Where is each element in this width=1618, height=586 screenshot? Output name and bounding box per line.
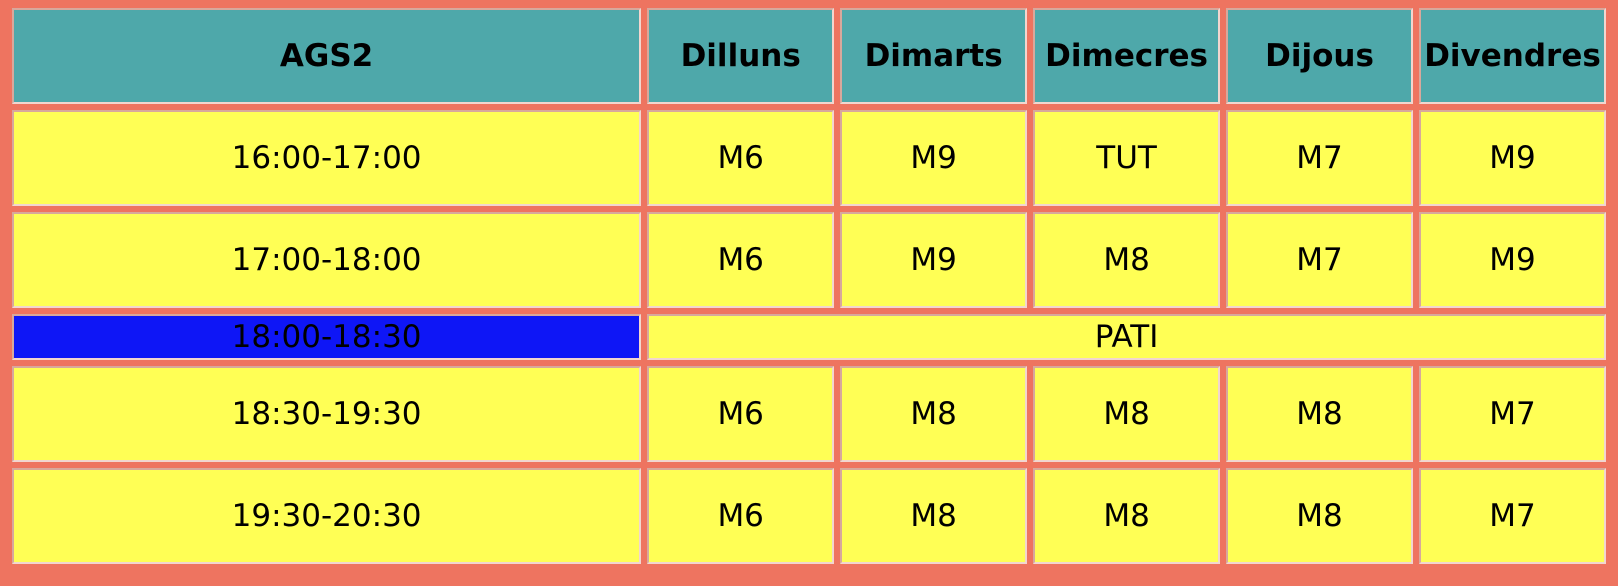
day-header-monday: Dilluns: [647, 8, 835, 104]
subject-cell: TUT: [1033, 110, 1221, 206]
subject-cell: M8: [1033, 212, 1221, 308]
subject-cell: M6: [647, 110, 835, 206]
group-header: AGS2: [12, 8, 642, 104]
subject-cell: M6: [647, 212, 835, 308]
subject-cell: M7: [1226, 110, 1414, 206]
break-row: 18:00-18:30 PATI: [12, 314, 1606, 360]
subject-cell: M7: [1419, 366, 1606, 462]
subject-cell: M9: [1419, 212, 1606, 308]
subject-cell: M9: [1419, 110, 1606, 206]
subject-cell: M8: [1226, 366, 1414, 462]
table-row: 19:30-20:30 M6 M8 M8 M8 M7: [12, 468, 1606, 564]
day-header-tuesday: Dimarts: [840, 8, 1028, 104]
subject-cell: M8: [1226, 468, 1414, 564]
subject-cell: M7: [1419, 468, 1606, 564]
break-label-cell: PATI: [647, 314, 1606, 360]
schedule-table: AGS2 Dilluns Dimarts Dimecres Dijous Div…: [6, 2, 1612, 570]
header-row: AGS2 Dilluns Dimarts Dimecres Dijous Div…: [12, 8, 1606, 104]
table-row: 18:30-19:30 M6 M8 M8 M8 M7: [12, 366, 1606, 462]
table-row: 17:00-18:00 M6 M9 M8 M7 M9: [12, 212, 1606, 308]
subject-cell: M8: [1033, 366, 1221, 462]
subject-cell: M6: [647, 366, 835, 462]
day-header-wednesday: Dimecres: [1033, 8, 1221, 104]
time-slot-cell: 17:00-18:00: [12, 212, 642, 308]
subject-cell: M7: [1226, 212, 1414, 308]
time-slot-cell: 16:00-17:00: [12, 110, 642, 206]
subject-cell: M8: [840, 366, 1028, 462]
day-header-thursday: Dijous: [1226, 8, 1414, 104]
subject-cell: M6: [647, 468, 835, 564]
subject-cell: M8: [840, 468, 1028, 564]
subject-cell: M8: [1033, 468, 1221, 564]
time-slot-cell: 18:30-19:30: [12, 366, 642, 462]
subject-cell: M9: [840, 110, 1028, 206]
time-slot-cell: 19:30-20:30: [12, 468, 642, 564]
schedule-container: AGS2 Dilluns Dimarts Dimecres Dijous Div…: [12, 8, 1606, 578]
table-row: 16:00-17:00 M6 M9 TUT M7 M9: [12, 110, 1606, 206]
day-header-friday: Divendres: [1419, 8, 1606, 104]
break-time-cell: 18:00-18:30: [12, 314, 642, 360]
subject-cell: M9: [840, 212, 1028, 308]
